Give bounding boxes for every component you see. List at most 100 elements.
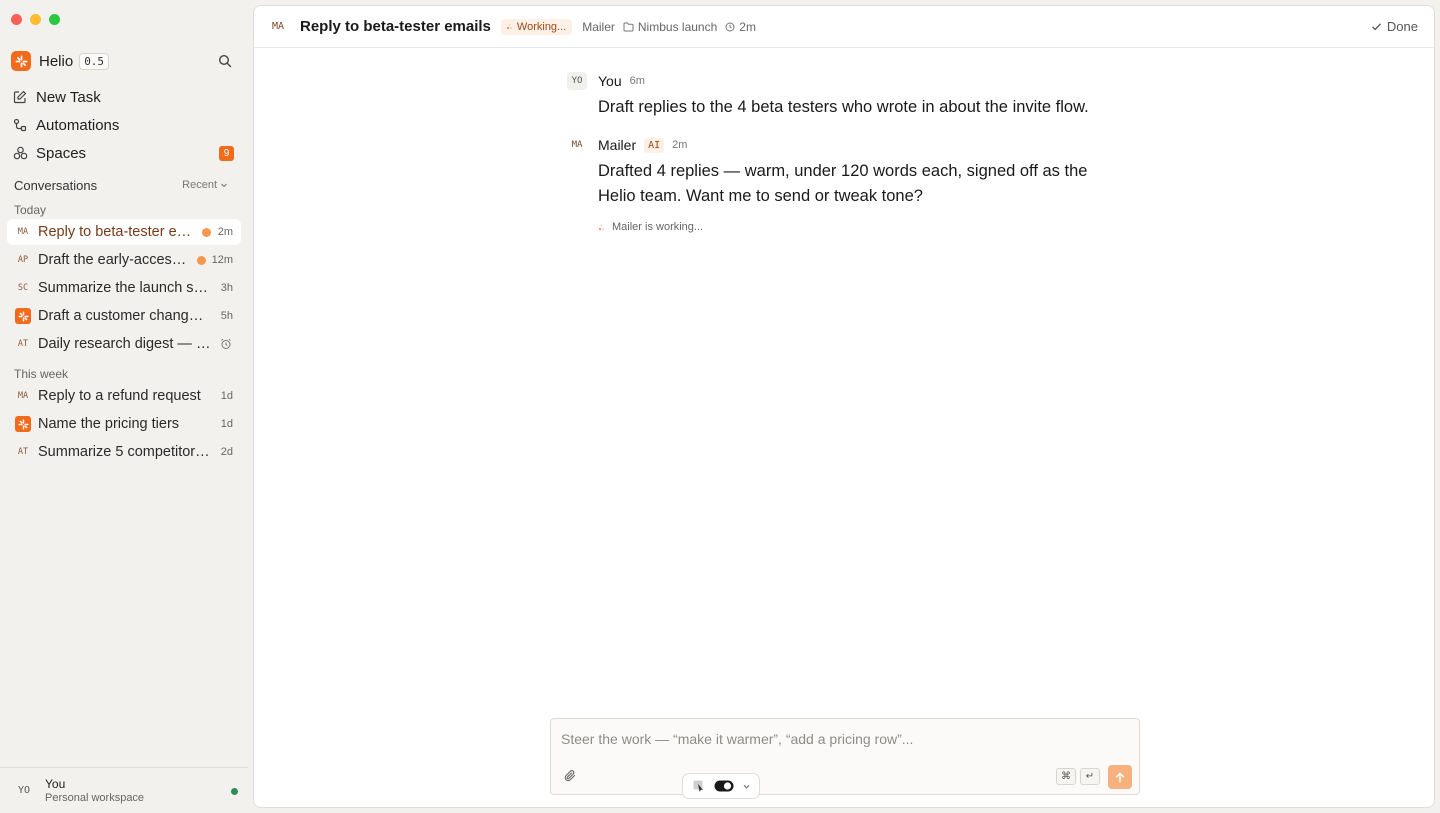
ai-badge: AI: [644, 137, 665, 153]
group-label-this-week: This week: [14, 367, 69, 381]
minimize-window-button[interactable]: [30, 14, 41, 25]
project-name: Nimbus launch: [637, 19, 718, 34]
conversation-title: Summarize 5 competitor sites: [38, 444, 211, 460]
avatar: YO: [567, 72, 587, 90]
nav-spaces-label: Spaces: [36, 144, 87, 162]
toggle-switch-icon: [714, 780, 733, 792]
conversation-item[interactable]: AT Summarize 5 competitor sites 2d: [7, 439, 241, 465]
close-window-button[interactable]: [11, 14, 22, 25]
chevron-down-icon: [743, 784, 749, 789]
nav-automations-label: Automations: [36, 116, 120, 134]
conversation-item[interactable]: MA Reply to a refund request 1d: [7, 383, 241, 409]
conversation-time: 5h: [220, 310, 233, 322]
unread-dot: [202, 227, 211, 237]
message-body: Drafted 4 replies — warm, under 120 word…: [598, 162, 1088, 205]
done-button[interactable]: Done: [1371, 19, 1418, 34]
conversation-time: 3h: [220, 282, 233, 294]
nav-spaces[interactable]: Spaces 9: [12, 141, 234, 165]
status-text: Working...: [516, 20, 567, 33]
conversation-title: Daily research digest — tools: [38, 336, 213, 352]
conversation-time: 1d: [220, 418, 233, 430]
conversation-item[interactable]: MA Reply to beta-tester emails 2m: [7, 219, 241, 245]
agent-name[interactable]: Mailer: [582, 20, 615, 34]
conversation-time: 2m: [217, 226, 233, 238]
composer: ⌘ ↵: [550, 718, 1140, 799]
conversation-time: 2d: [220, 446, 233, 458]
conversation-time: 12m: [211, 254, 233, 266]
cmd-key-hint: ⌘: [1056, 768, 1076, 785]
user-name: You: [45, 777, 66, 791]
nav-automations[interactable]: Automations: [12, 113, 234, 137]
version-badge: 0.5: [79, 52, 110, 70]
clock-icon: [725, 22, 735, 31]
status-badge: Working...: [500, 18, 573, 35]
pointer-icon: [693, 780, 703, 792]
agent-avatar: MA: [17, 391, 29, 401]
message-time: 6m: [629, 75, 645, 87]
agent-avatar: AT: [17, 447, 29, 457]
zoom-window-button[interactable]: [49, 14, 60, 25]
project-link[interactable]: Nimbus launch: [623, 20, 717, 34]
conversations-header: Conversations Recent: [14, 177, 228, 193]
conversation-time: 1d: [220, 390, 233, 402]
helio-logo-icon: [15, 416, 31, 432]
search-icon[interactable]: [216, 52, 234, 70]
alarm-clock-icon: [219, 337, 233, 351]
agent-avatar: SC: [17, 283, 29, 293]
conversation-title: Name the pricing tiers: [38, 416, 180, 432]
user-profile[interactable]: YO You Personal workspace: [0, 767, 248, 813]
message-author: You: [598, 73, 622, 89]
spinner-icon: [506, 24, 512, 29]
online-status-dot: [231, 788, 238, 795]
task-title: Reply to beta-tester emails: [300, 18, 491, 35]
conversation-item[interactable]: AP Draft the early-access FAQ 12m: [7, 247, 241, 273]
conversation-item[interactable]: AT Daily research digest — tools: [7, 331, 241, 357]
elapsed-time: 2m: [725, 20, 756, 34]
conversation-title: Draft a customer changelog: [38, 308, 211, 324]
task-header: MA Reply to beta-tester emails Working..…: [254, 6, 1434, 48]
avatar: MA: [571, 140, 583, 150]
main-panel: MA Reply to beta-tester emails Working..…: [253, 5, 1435, 808]
agent-avatar: AP: [17, 255, 29, 265]
conversation-title: Summarize the launch sync notes: [38, 280, 211, 296]
agent-avatar: MA: [272, 21, 285, 32]
working-indicator: Mailer is working...: [567, 221, 1127, 233]
mode-toggle[interactable]: [682, 773, 760, 799]
app-name: Helio: [39, 52, 74, 70]
window-controls: [11, 14, 60, 25]
nav-new-task[interactable]: New Task: [12, 85, 234, 109]
spaces-count-badge: 9: [219, 145, 234, 161]
sort-select-label: Recent: [182, 179, 217, 191]
spinner-icon: [599, 224, 605, 230]
helio-logo-icon: [11, 51, 31, 71]
message: MA Mailer AI 2m Drafted 4 replies — warm…: [567, 136, 1127, 209]
send-button[interactable]: [1108, 765, 1132, 789]
message: YO You 6m Draft replies to the 4 beta te…: [567, 72, 1127, 120]
steer-input[interactable]: [561, 729, 1121, 749]
spaces-icon: [12, 145, 28, 161]
folder-icon: [623, 22, 634, 31]
conversation-title: Reply to a refund request: [38, 388, 201, 404]
message-time: 2m: [672, 139, 688, 151]
helio-logo-icon: [15, 308, 31, 324]
conversation-item[interactable]: SC Summarize the launch sync notes 3h: [7, 275, 241, 301]
sort-select[interactable]: Recent: [182, 179, 228, 191]
agent-avatar: AT: [17, 339, 29, 349]
user-info: You Personal workspace: [45, 777, 144, 804]
message-body: Draft replies to the 4 beta testers who …: [598, 98, 1089, 116]
agent-avatar: MA: [17, 227, 29, 237]
chevron-down-icon: [221, 183, 227, 188]
nav-new-task-label: New Task: [36, 88, 101, 106]
conversations-title: Conversations: [14, 177, 98, 193]
paperclip-icon[interactable]: [563, 769, 579, 785]
check-icon: [1371, 23, 1381, 31]
edit-icon: [12, 89, 28, 105]
elapsed-time-value: 2m: [739, 19, 756, 34]
sidebar: Helio 0.5 New Task Automations Spaces 9 …: [0, 0, 248, 813]
message-thread: YO You 6m Draft replies to the 4 beta te…: [567, 72, 1127, 233]
brand-row: Helio 0.5: [11, 50, 234, 72]
workflow-icon: [12, 117, 28, 133]
done-button-label: Done: [1386, 19, 1418, 34]
conversation-item[interactable]: Name the pricing tiers 1d: [7, 411, 241, 437]
conversation-item[interactable]: Draft a customer changelog 5h: [7, 303, 241, 329]
